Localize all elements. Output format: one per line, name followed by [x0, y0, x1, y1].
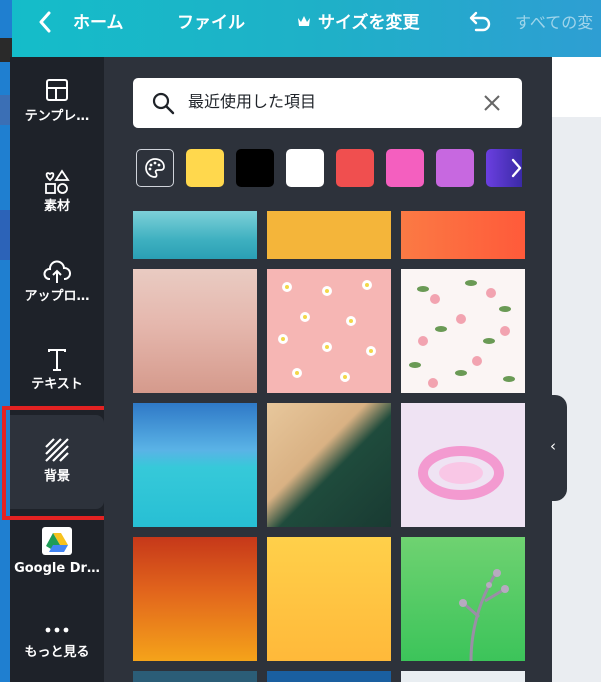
background-thumbnail[interactable] [133, 269, 257, 393]
google-drive-icon [42, 527, 72, 555]
background-thumbnail[interactable] [401, 211, 525, 259]
sidebar-item-label: アップロ… [24, 289, 90, 304]
crown-icon [297, 13, 311, 33]
sidebar: テンプレ… 素材 アップロ… テキスト 背景 Google Dr… もっと見る [10, 57, 104, 682]
status-text: すべての変 [515, 13, 594, 32]
undo-button[interactable] [466, 10, 492, 34]
background-thumbnail[interactable] [267, 403, 391, 527]
search-bar[interactable]: 最近使用した項目 [133, 78, 522, 128]
background-thumbnail[interactable] [133, 211, 257, 259]
sidebar-item-uploads[interactable]: アップロ… [10, 259, 104, 319]
close-icon[interactable] [483, 94, 501, 112]
background-thumbnail[interactable] [133, 671, 257, 682]
sidebar-item-label: テキスト [31, 377, 83, 392]
background-thumbnail[interactable] [401, 269, 525, 393]
sidebar-item-more[interactable]: もっと見る [10, 625, 104, 675]
template-icon [46, 79, 68, 101]
background-thumbnail[interactable] [267, 537, 391, 661]
color-swatch[interactable] [336, 149, 374, 187]
background-panel: 最近使用した項目 [104, 57, 552, 682]
chevron-left-icon: ‹ [550, 437, 556, 455]
collapse-panel-button[interactable]: ‹ [544, 395, 567, 501]
sidebar-item-label: 素材 [43, 199, 70, 214]
palette-icon [145, 158, 165, 178]
undo-icon [469, 11, 491, 32]
upload-icon [43, 260, 71, 283]
background-thumbnail[interactable] [401, 671, 525, 682]
background-thumbnail[interactable] [401, 537, 525, 661]
background-thumbnail[interactable] [267, 671, 391, 682]
text-icon [48, 349, 66, 371]
color-swatch[interactable] [186, 149, 224, 187]
background-thumbnail[interactable] [267, 269, 391, 393]
home-menu[interactable]: ホーム [73, 13, 124, 33]
color-swatch[interactable] [386, 149, 424, 187]
back-button[interactable] [38, 11, 58, 35]
selection-highlight [2, 406, 117, 520]
sidebar-item-templates[interactable]: テンプレ… [10, 77, 104, 137]
sidebar-item-google-drive[interactable]: Google Dr… [10, 527, 104, 587]
search-input[interactable]: 最近使用した項目 [188, 92, 316, 112]
color-swatch[interactable] [286, 149, 324, 187]
palette-button[interactable] [136, 149, 174, 187]
resize-button[interactable]: サイズを変更 [318, 13, 420, 33]
sidebar-item-label: テンプレ… [24, 109, 90, 124]
sidebar-item-label: もっと見る [24, 645, 90, 660]
search-icon [152, 92, 175, 115]
sidebar-item-text[interactable]: テキスト [10, 347, 104, 407]
elements-icon [45, 169, 70, 194]
sidebar-item-elements[interactable]: 素材 [10, 169, 104, 229]
more-icon [45, 627, 69, 633]
canvas-toolbar [552, 57, 601, 117]
background-thumbnail[interactable] [133, 403, 257, 527]
color-swatch[interactable] [236, 149, 274, 187]
chevron-right-icon[interactable] [509, 157, 523, 179]
color-swatch[interactable] [436, 149, 474, 187]
sidebar-item-label: Google Dr… [14, 561, 100, 576]
background-thumbnail[interactable] [133, 537, 257, 661]
file-menu[interactable]: ファイル [177, 13, 245, 33]
chevron-left-icon [39, 11, 51, 33]
background-thumbnail[interactable] [401, 403, 525, 527]
background-thumbnail[interactable] [267, 211, 391, 259]
top-bar: ホーム ファイル サイズを変更 すべての変 [0, 0, 601, 57]
